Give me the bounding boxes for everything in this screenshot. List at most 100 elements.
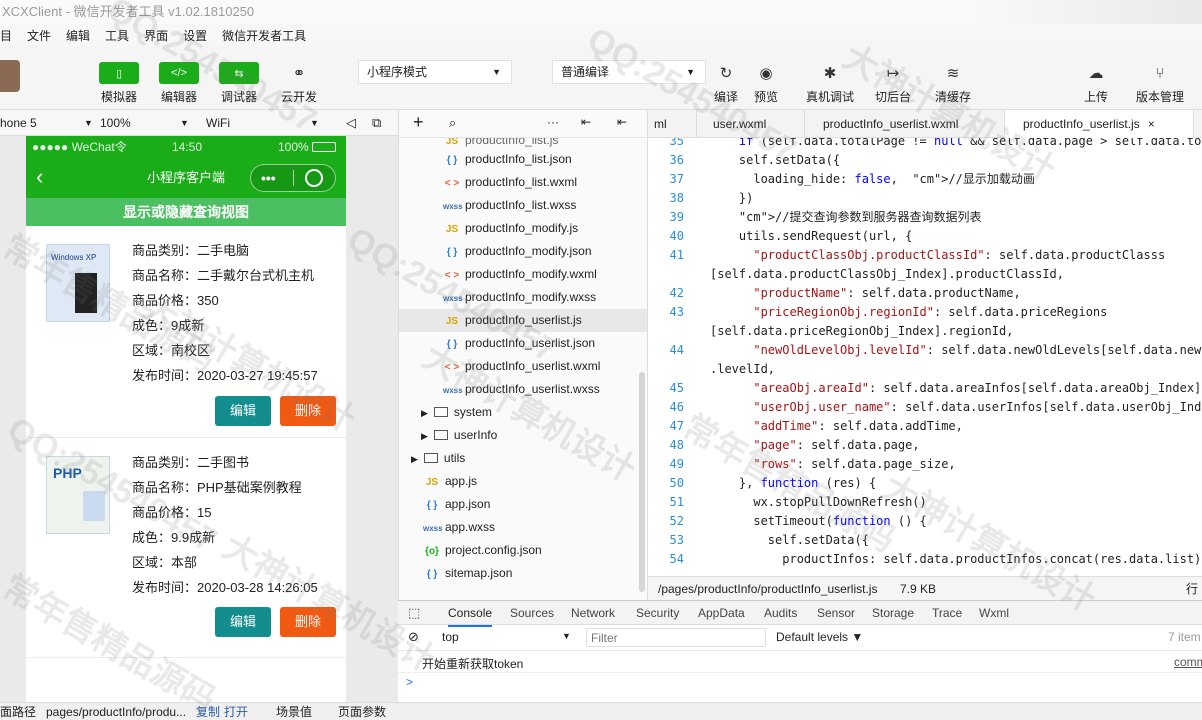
menu-item-edit[interactable]: 编辑 [66,27,90,44]
tab-security[interactable]: Security [636,601,679,625]
console-prompt[interactable]: > [406,675,413,689]
tab-user-wxml[interactable]: user.wxml [696,110,782,138]
tab-userlist-js-active[interactable]: productInfo_userlist.js × [1004,110,1194,138]
tree-file[interactable]: { } sitemap.json [423,562,513,585]
editor-button[interactable]: </> 编辑器 [158,62,200,105]
tree-file[interactable]: { } productInfo_modify.json [443,240,592,263]
tree-file[interactable]: JS productInfo_modify.js [443,217,578,240]
log-source-link[interactable]: comm [1174,655,1202,669]
collapse-all-icon[interactable]: ⇤ [581,115,591,129]
wxml-file-icon: < > [444,178,460,189]
tab-sensor[interactable]: Sensor [817,601,855,625]
menu-item-devtools[interactable]: 微信开发者工具 [222,27,306,44]
tree-file[interactable]: wxss app.wxss [423,516,495,539]
log-message: 开始重新获取token [422,657,524,671]
tree-file[interactable]: < > productInfo_list.wxml [443,171,577,194]
menu-item-tools[interactable]: 工具 [105,27,129,44]
tree-folder-userinfo[interactable]: ▶ userInfo [421,424,497,447]
tree-file-selected[interactable]: JS productInfo_userlist.js [399,309,647,332]
upload-button[interactable]: ☁ 上传 [1076,62,1116,105]
sidebar-toggle-icon[interactable]: ⇤ [617,115,627,129]
product-thumbnail[interactable]: Windows XP [46,244,110,322]
phone-screen: ●●●●● WeChat令 14:50 100% ‹ 小程序客户端 ••• 显示… [26,136,346,702]
tree-file[interactable]: JS app.js [423,470,477,493]
menu-item-project[interactable]: 目 [0,27,12,44]
menu-item-view[interactable]: 界面 [144,27,168,44]
tree-folder-utils[interactable]: ▶ utils [411,447,465,470]
more-icon[interactable]: ••• [261,165,276,191]
tree-file[interactable]: { } productInfo_userlist.json [443,332,595,355]
code-text: if (self.data.totalPage != null && self.… [738,138,1202,148]
popout-icon[interactable]: ⧉ [372,110,381,136]
cursor-position[interactable]: 行 [1186,577,1198,601]
tree-file[interactable]: wxss productInfo_userlist.wxss [443,378,600,401]
tree-file[interactable]: < > productInfo_modify.wxml [443,263,597,286]
log-levels-select[interactable]: Default levels ▼ [776,630,863,644]
preview-button[interactable]: ◉ 预览 [748,62,784,105]
add-icon[interactable]: + [413,112,424,133]
folder-icon [433,407,448,417]
toggle-query-view-button[interactable]: 显示或隐藏查询视图 [26,198,346,226]
inspect-icon[interactable]: ⬚ [408,601,420,625]
tab-partial[interactable]: ml [648,110,673,138]
tree-file[interactable]: { } app.json [423,493,491,516]
close-circle-icon[interactable] [305,169,323,187]
edit-button[interactable]: 编辑 [215,607,271,637]
avatar[interactable] [0,60,20,92]
product-thumbnail[interactable]: PHP [46,456,110,534]
remote-debug-button[interactable]: ✱ 真机调试 [800,62,860,105]
scene-value-button[interactable]: 场景值 [276,703,312,720]
tab-console[interactable]: Console [448,601,493,627]
debugger-button[interactable]: ⇆ 调试器 [218,62,260,105]
tree-file[interactable]: < > productInfo_userlist.wxml [443,355,601,378]
tab-sources[interactable]: Sources [510,601,554,625]
tree-file[interactable]: { } productInfo_list.json [443,148,572,171]
mode-select[interactable]: 小程序模式 ▼ [358,60,512,84]
delete-button[interactable]: 删除 [280,607,336,637]
search-icon[interactable]: ⌕ [449,115,456,131]
capsule-divider [293,170,294,186]
tree-file[interactable]: wxss productInfo_modify.wxss [443,286,596,309]
wxml-file-icon: < > [444,270,460,281]
device-model-select[interactable]: hone 5 [0,110,37,136]
zoom-select[interactable]: 100% [100,110,131,136]
code-area[interactable]: 35 if (self.data.totalPage != null && se… [648,138,1202,578]
tree-scrollbar[interactable] [639,372,645,592]
cloud-dev-button[interactable]: ⚭ 云开发 [278,62,320,105]
tree-file[interactable]: wxss productInfo_list.wxss [443,194,576,217]
network-select[interactable]: WiFi [206,110,230,136]
volume-icon[interactable]: ◁ [346,110,356,136]
more-icon[interactable]: ··· [547,115,559,129]
open-path-link[interactable]: 打开 [224,703,248,720]
close-icon[interactable]: × [1148,117,1155,131]
background-button[interactable]: ↦ 切后台 [870,62,916,105]
tab-network[interactable]: Network [571,601,615,625]
tab-storage[interactable]: Storage [872,601,914,625]
edit-button[interactable]: 编辑 [215,396,271,426]
menu-item-file[interactable]: 文件 [27,27,51,44]
signal-carrier: ●●●●● WeChat令 [32,140,127,154]
tree-folder-system[interactable]: ▶ system [421,401,492,424]
simulator-label: 模拟器 [100,90,137,104]
context-select[interactable]: top [442,630,459,644]
menu-item-settings[interactable]: 设置 [183,27,207,44]
compile-button[interactable]: ↻ 编译 [708,62,744,105]
capsule-menu[interactable]: ••• [250,164,336,192]
tab-audits[interactable]: Audits [764,601,797,625]
clear-console-icon[interactable]: ⊘ [408,629,419,645]
version-button[interactable]: ⑂ 版本管理 [1132,62,1188,105]
tab-trace[interactable]: Trace [932,601,962,625]
page-params-button[interactable]: 页面参数 [338,703,386,720]
console-filter-input[interactable] [586,628,766,647]
tab-wxml[interactable]: Wxml [979,601,1009,625]
compile-select[interactable]: 普通编译 ▼ [552,60,706,84]
clear-cache-button[interactable]: ≋ 清缓存 [930,62,976,105]
tab-userlist-wxml[interactable]: productInfo_userlist.wxml [804,110,976,138]
simulator-button[interactable]: ▯ 模拟器 [98,62,140,105]
editor-tabs: ml user.wxml productInfo_userlist.wxml p… [648,110,1202,138]
delete-button[interactable]: 删除 [280,396,336,426]
tree-file[interactable]: {o} project.config.json [423,539,542,562]
tab-appdata[interactable]: AppData [698,601,745,625]
copy-path-link[interactable]: 复制 [196,703,220,720]
js-file-icon: JS [445,316,459,327]
